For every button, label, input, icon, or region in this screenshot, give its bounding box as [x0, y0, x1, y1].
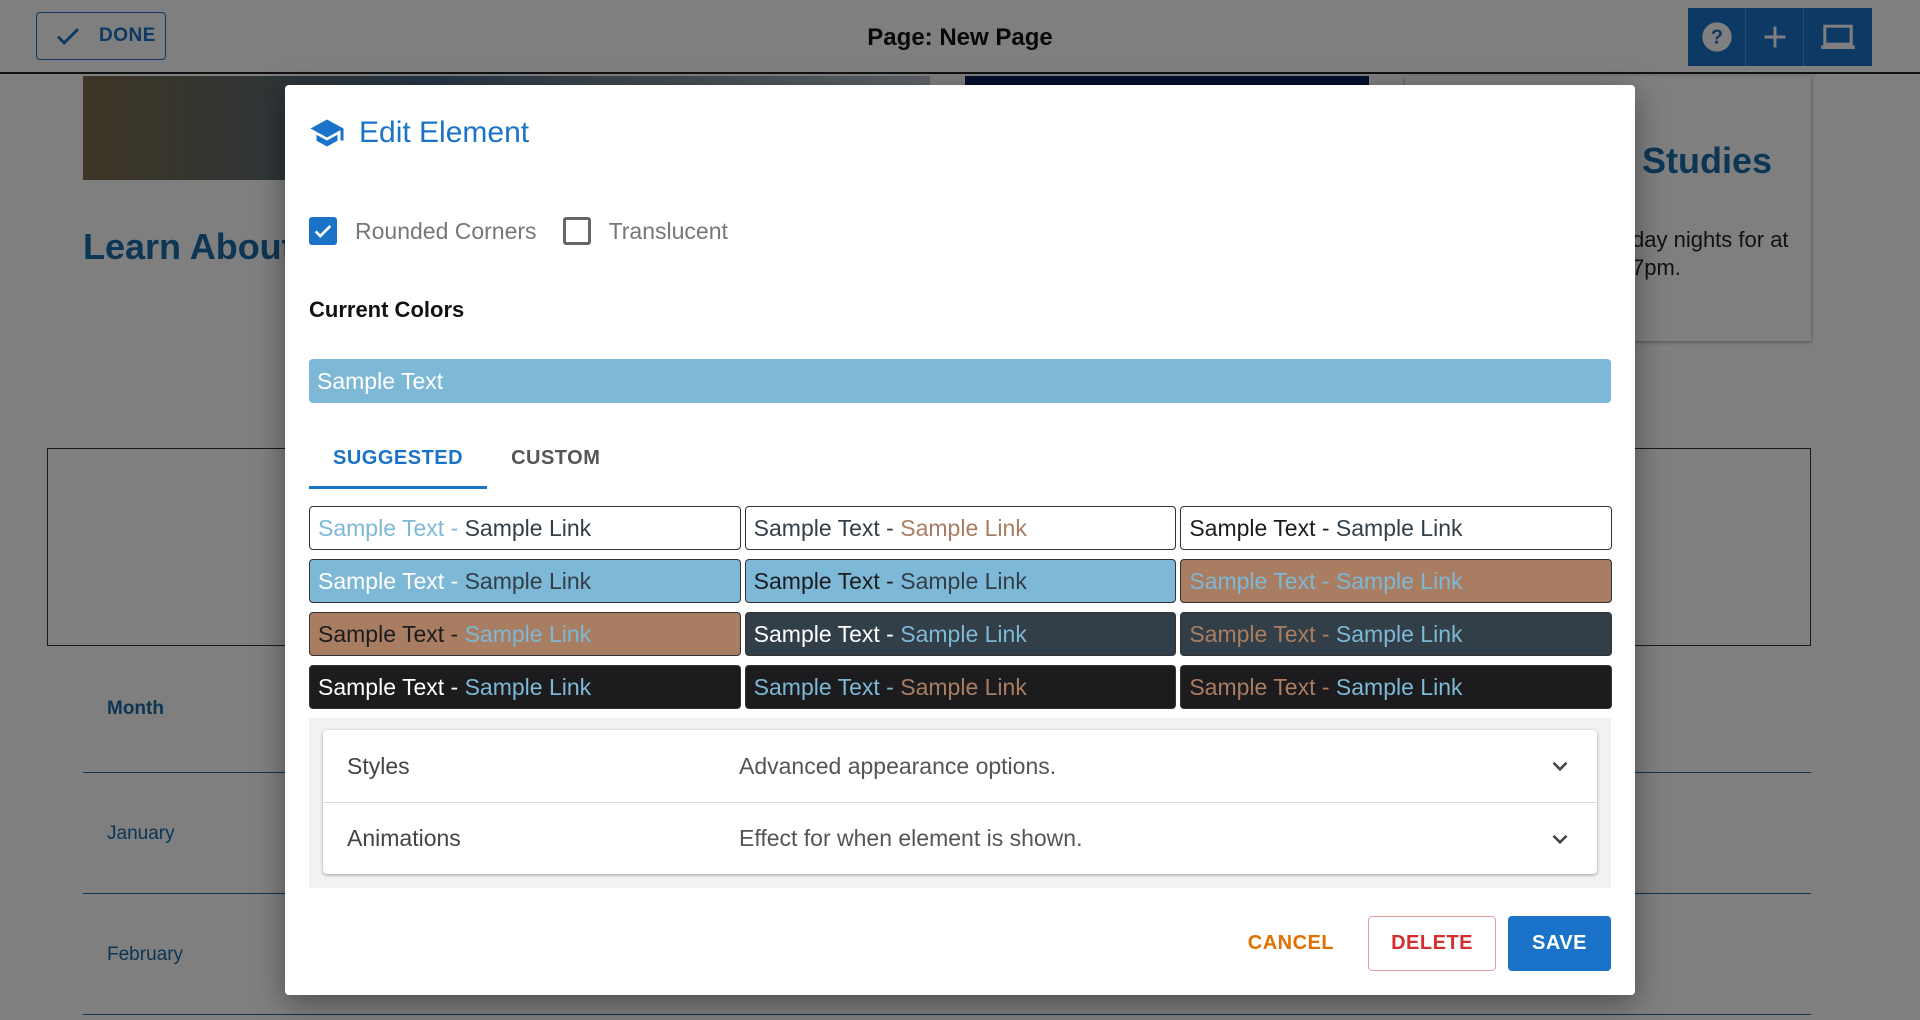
- color-swatch[interactable]: Sample Text - Sample Link: [1180, 665, 1612, 709]
- swatch-sample-link: Sample Link: [900, 673, 1027, 700]
- current-colors-preview: Sample Text: [309, 359, 1611, 403]
- swatch-sample-link: Sample Link: [1335, 567, 1463, 594]
- color-swatch[interactable]: Sample Text - Sample Link: [309, 612, 741, 656]
- check-icon: [314, 224, 332, 238]
- options-row: Rounded Corners Translucent: [309, 217, 754, 245]
- swatch-separator: -: [1315, 620, 1336, 647]
- swatch-sample-link: Sample Link: [900, 514, 1027, 541]
- current-colors-label: Current Colors: [309, 297, 465, 322]
- swatch-separator: -: [1315, 567, 1336, 594]
- swatch-sample-link: Sample Link: [1335, 673, 1463, 700]
- graduation-cap-icon: [310, 119, 344, 147]
- chevron-down-icon: [1552, 834, 1568, 844]
- save-button[interactable]: SAVE: [1508, 916, 1611, 971]
- swatch-sample-text: Sample Text: [1189, 673, 1316, 700]
- animations-panel-description: Effect for when element is shown.: [739, 825, 1083, 851]
- swatch-sample-link: Sample Link: [1335, 514, 1463, 541]
- swatch-sample-link: Sample Link: [1335, 620, 1463, 647]
- swatch-sample-text: Sample Text: [753, 620, 880, 647]
- swatch-sample-text: Sample Text: [318, 673, 445, 700]
- swatch-sample-text: Sample Text: [318, 567, 445, 594]
- swatch-sample-link: Sample Link: [464, 620, 592, 647]
- styles-panel-header[interactable]: Styles Advanced appearance options.: [323, 730, 1597, 802]
- color-swatch[interactable]: Sample Text - Sample Link: [309, 559, 741, 603]
- swatch-sample-text: Sample Text: [318, 620, 445, 647]
- color-swatch[interactable]: Sample Text - Sample Link: [1180, 559, 1612, 603]
- swatch-separator: -: [1315, 673, 1336, 700]
- swatch-sample-text: Sample Text: [318, 514, 445, 541]
- delete-button[interactable]: DELETE: [1368, 916, 1497, 971]
- color-swatch[interactable]: Sample Text - Sample Link: [309, 665, 741, 709]
- swatch-sample-link: Sample Link: [900, 567, 1027, 594]
- swatch-separator: -: [1315, 514, 1336, 541]
- rounded-corners-label[interactable]: Rounded Corners: [355, 218, 537, 245]
- swatch-sample-text: Sample Text: [753, 514, 880, 541]
- dialog-title: Edit Element: [309, 115, 529, 151]
- chevron-down-icon: [1552, 761, 1568, 772]
- swatch-sample-text: Sample Text: [753, 673, 880, 700]
- color-tabs: SUGGESTED CUSTOM: [309, 439, 624, 489]
- cancel-button[interactable]: CANCEL: [1226, 916, 1356, 971]
- color-swatch[interactable]: Sample Text - Sample Link: [744, 612, 1177, 656]
- color-swatch[interactable]: Sample Text - Sample Link: [1180, 612, 1612, 656]
- dialog-actions: CANCEL DELETE SAVE: [1226, 916, 1611, 971]
- styles-panel-title: Styles: [347, 752, 410, 779]
- swatch-sample-link: Sample Link: [900, 620, 1027, 647]
- edit-element-dialog: Edit Element Rounded Corners Translucent…: [285, 85, 1635, 995]
- animations-panel-title: Animations: [347, 825, 461, 851]
- color-swatch[interactable]: Sample Text - Sample Link: [744, 506, 1177, 550]
- dialog-title-text: Edit Element: [359, 116, 530, 149]
- rounded-corners-checkbox[interactable]: [309, 217, 337, 245]
- tab-suggested[interactable]: SUGGESTED: [309, 439, 488, 489]
- translucent-checkbox[interactable]: [562, 217, 591, 245]
- swatch-sample-link: Sample Link: [464, 673, 592, 700]
- swatch-sample-link: Sample Link: [464, 567, 592, 594]
- suggested-color-grid: Sample Text - Sample Link Sample Text - S…: [309, 506, 1612, 709]
- tab-custom[interactable]: CUSTOM: [487, 439, 624, 489]
- color-swatch[interactable]: Sample Text - Sample Link: [309, 506, 741, 550]
- swatch-separator: -: [879, 673, 901, 700]
- swatch-separator: -: [879, 567, 901, 594]
- accordion-container: Styles Advanced appearance options. Anim…: [309, 718, 1611, 888]
- swatch-separator: -: [879, 620, 901, 647]
- color-swatch[interactable]: Sample Text - Sample Link: [744, 665, 1177, 709]
- animations-panel-header[interactable]: Animations Effect for when element is sh…: [323, 802, 1597, 874]
- swatch-sample-text: Sample Text: [753, 567, 880, 594]
- swatch-sample-text: Sample Text: [1189, 620, 1316, 647]
- swatch-sample-text: Sample Text: [1189, 514, 1316, 541]
- swatch-separator: -: [444, 620, 465, 647]
- swatch-separator: -: [444, 567, 465, 594]
- styles-panel-description: Advanced appearance options.: [739, 752, 1057, 779]
- swatch-sample-link: Sample Link: [464, 514, 592, 541]
- accordion: Styles Advanced appearance options. Anim…: [323, 730, 1597, 874]
- color-swatch[interactable]: Sample Text - Sample Link: [744, 559, 1177, 603]
- color-swatch[interactable]: Sample Text - Sample Link: [1180, 506, 1612, 550]
- translucent-label[interactable]: Translucent: [609, 218, 728, 245]
- swatch-separator: -: [444, 514, 465, 541]
- swatch-separator: -: [444, 673, 465, 700]
- swatch-sample-text: Sample Text: [1189, 567, 1316, 594]
- swatch-separator: -: [879, 514, 901, 541]
